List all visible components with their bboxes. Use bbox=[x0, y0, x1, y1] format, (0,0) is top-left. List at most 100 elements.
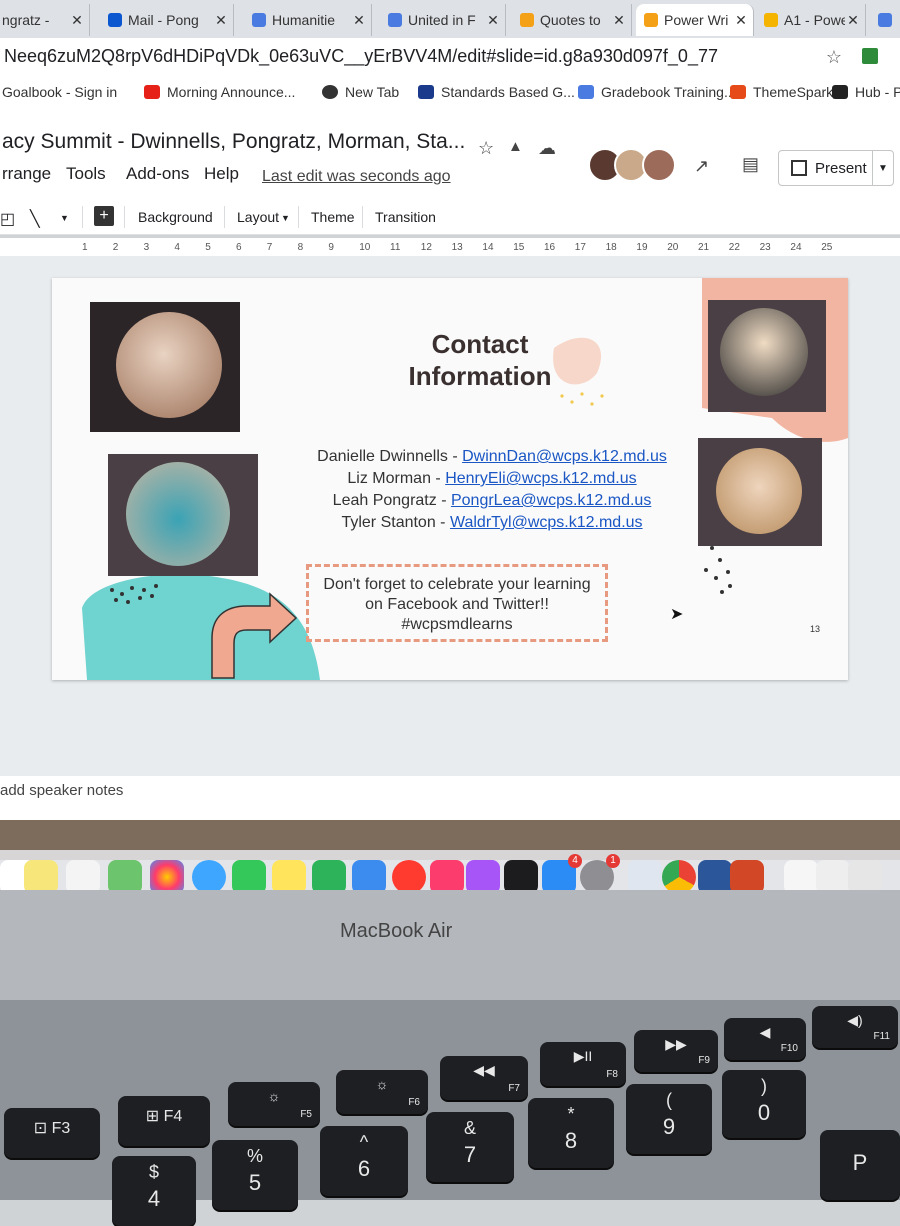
bookmark-new-tab[interactable]: New Tab bbox=[322, 84, 399, 100]
title-line: Contact bbox=[431, 329, 529, 359]
browser-tab[interactable]: Quotes to ✕ bbox=[512, 4, 632, 36]
add-comment-icon[interactable]: + bbox=[94, 206, 114, 226]
contact-row: Danielle Dwinnells - DwinnDan@wcps.k12.m… bbox=[317, 448, 667, 465]
browser-tab[interactable]: ngratz - ✕ bbox=[0, 4, 90, 36]
reminder-textbox[interactable]: Don't forget to celebrate your learning … bbox=[306, 564, 608, 642]
keynote-icon[interactable] bbox=[352, 860, 386, 894]
document-title[interactable]: acy Summit - Dwinnells, Pongratz, Morman… bbox=[2, 130, 465, 154]
toolbar-divider bbox=[224, 206, 225, 228]
menu-tools[interactable]: Tools bbox=[66, 164, 106, 184]
docs-favicon-icon bbox=[388, 13, 402, 27]
bookmark-goalbook[interactable]: Goalbook - Sign in bbox=[2, 84, 117, 100]
bookmark-gradebook-training[interactable]: Gradebook Training... bbox=[578, 84, 736, 100]
activity-trend-icon[interactable]: ↗ bbox=[694, 156, 709, 177]
browser-tab[interactable]: United in F ✕ bbox=[380, 4, 506, 36]
docs-favicon-icon bbox=[252, 13, 266, 27]
move-to-drive-icon[interactable]: ▲ bbox=[508, 138, 523, 155]
theme-button[interactable]: Theme bbox=[311, 209, 355, 225]
line-tool-icon[interactable]: ╲ bbox=[30, 209, 40, 229]
tyler-photo bbox=[716, 448, 802, 534]
ruler-tick-label: 25 bbox=[821, 242, 833, 253]
close-tab-icon[interactable]: ✕ bbox=[845, 12, 861, 29]
podcasts-icon[interactable] bbox=[466, 860, 500, 894]
menu-help[interactable]: Help bbox=[204, 164, 239, 184]
keyboard-key: ☼ F6 bbox=[336, 1070, 428, 1114]
ruler-tick-label: 9 bbox=[328, 242, 334, 253]
browser-tab[interactable] bbox=[870, 4, 900, 36]
ruler-tick-label: 6 bbox=[236, 242, 242, 253]
last-edit-link[interactable]: Last edit was seconds ago bbox=[262, 168, 451, 186]
drive-favicon-icon bbox=[764, 13, 778, 27]
close-tab-icon[interactable]: ✕ bbox=[351, 12, 367, 29]
photo-frame bbox=[708, 300, 826, 412]
contact-email-link[interactable]: DwinnDan@wcps.k12.md.us bbox=[462, 448, 667, 465]
numbers-icon[interactable] bbox=[312, 860, 346, 894]
title-line: Information bbox=[408, 361, 552, 391]
chevron-down-icon[interactable]: ▼ bbox=[281, 213, 290, 223]
contact-email-link[interactable]: PongrLea@wcps.k12.md.us bbox=[451, 492, 651, 509]
menu-add-ons[interactable]: Add-ons bbox=[126, 164, 189, 184]
bookmark-hub[interactable]: Hub - Pay bbox=[832, 84, 900, 100]
comments-icon[interactable]: ▤ bbox=[742, 154, 759, 175]
extension-icon[interactable] bbox=[862, 48, 878, 64]
chevron-down-icon[interactable]: ▼ bbox=[60, 213, 69, 223]
avatar[interactable] bbox=[642, 148, 676, 182]
chevron-down-icon[interactable]: ▼ bbox=[872, 151, 893, 185]
messages-icon[interactable] bbox=[192, 860, 226, 894]
preview-icon[interactable] bbox=[628, 860, 662, 894]
contact-name: Liz Morman bbox=[347, 470, 431, 487]
layout-button[interactable]: Layout bbox=[237, 209, 279, 225]
keyboard-key: $4 bbox=[112, 1156, 196, 1226]
contact-email-link[interactable]: WaldrTyl@wcps.k12.md.us bbox=[450, 514, 643, 531]
system-preferences-icon[interactable]: 1 bbox=[580, 854, 620, 894]
bookmark-standards-based[interactable]: Standards Based G... bbox=[418, 84, 575, 100]
browser-tab[interactable]: Mail - Pong ✕ bbox=[100, 4, 234, 36]
music-icon[interactable] bbox=[430, 860, 464, 894]
star-icon[interactable]: ☆ bbox=[478, 138, 494, 159]
apple-tv-icon[interactable] bbox=[504, 860, 538, 894]
word-icon[interactable] bbox=[698, 860, 732, 894]
slide-number: 13 bbox=[809, 624, 820, 634]
ts-icon bbox=[730, 85, 746, 99]
reminder-hashtag: #wcpsmdlearns bbox=[401, 616, 513, 633]
stickies-icon[interactable] bbox=[272, 860, 306, 894]
slide-title: Contact Information bbox=[400, 328, 560, 392]
close-tab-icon[interactable]: ✕ bbox=[611, 12, 627, 29]
news-icon[interactable] bbox=[392, 860, 426, 894]
document-icon[interactable] bbox=[848, 860, 882, 894]
slide[interactable]: Contact Information Danielle Dwinnells -… bbox=[52, 278, 848, 680]
keyboard-key: ▶▶ F9 bbox=[634, 1030, 718, 1072]
browser-tab-active[interactable]: Power Wri ✕ bbox=[636, 4, 754, 36]
ruler-tick-label: 11 bbox=[390, 242, 401, 253]
powerpoint-icon[interactable] bbox=[730, 860, 764, 894]
photos-icon[interactable] bbox=[150, 860, 184, 894]
app-store-icon[interactable]: 4 bbox=[542, 854, 582, 894]
transition-button[interactable]: Transition bbox=[375, 209, 436, 225]
browser-tab[interactable]: A1 - Power ✕ bbox=[756, 4, 866, 36]
close-tab-icon[interactable]: ✕ bbox=[485, 12, 501, 29]
reminders-icon[interactable] bbox=[66, 860, 100, 894]
keyboard-key: ◀◀ F7 bbox=[440, 1056, 528, 1100]
url-field[interactable]: Neeq6zuM2Q8rpV6dHDiPqVDk_0e63uVC__yErBVV… bbox=[4, 46, 718, 67]
notes-icon[interactable] bbox=[24, 860, 58, 894]
leah-photo bbox=[720, 308, 808, 396]
facetime-icon[interactable] bbox=[232, 860, 266, 894]
globe-icon bbox=[322, 85, 338, 99]
bookmark-themespark[interactable]: ThemeSpark bbox=[730, 84, 833, 100]
maps-icon[interactable] bbox=[108, 860, 142, 894]
bookmark-morning-announcements[interactable]: Morning Announce... bbox=[144, 84, 295, 100]
present-button[interactable]: Present ▼ bbox=[778, 150, 894, 186]
document-icon[interactable] bbox=[816, 860, 850, 894]
keyboard-key: ^ 6 bbox=[320, 1126, 408, 1196]
background-button[interactable]: Background bbox=[138, 209, 213, 225]
close-tab-icon[interactable]: ✕ bbox=[733, 12, 749, 29]
menu-arrange[interactable]: rrange bbox=[2, 164, 51, 184]
shape-tool-icon[interactable]: ◰ bbox=[0, 209, 15, 229]
document-icon[interactable] bbox=[784, 860, 818, 894]
browser-tab[interactable]: Humanitie ✕ bbox=[244, 4, 372, 36]
bookmark-star-icon[interactable]: ☆ bbox=[826, 47, 842, 68]
chrome-icon[interactable] bbox=[662, 860, 696, 894]
close-tab-icon[interactable]: ✕ bbox=[69, 12, 85, 29]
contact-email-link[interactable]: HenryEli@wcps.k12.md.us bbox=[445, 470, 636, 487]
close-tab-icon[interactable]: ✕ bbox=[213, 12, 229, 29]
